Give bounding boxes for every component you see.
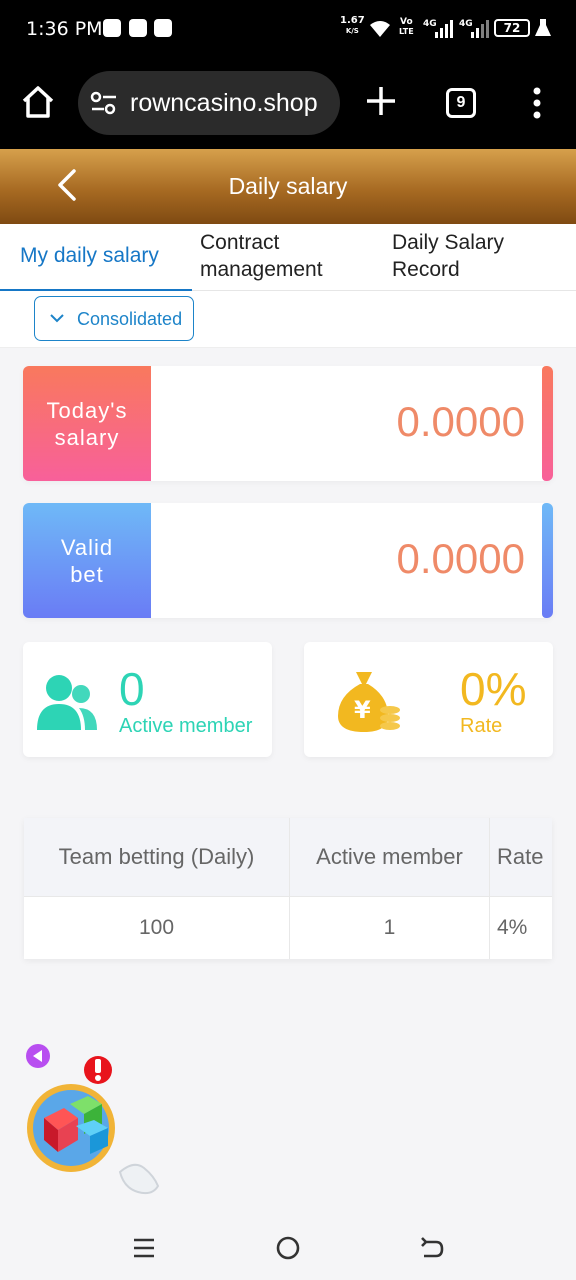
flask-icon [535, 19, 551, 36]
status-bar: 1:36 PM 1.67 K/S Vo LTE 4G 4G 72 [0, 0, 576, 60]
active-member-value: 0 [119, 663, 145, 715]
network-speed-value: 1.67 [340, 15, 365, 26]
card-label-line: Today's [46, 397, 128, 423]
valid-bet-card: Valid bet 0.0000 [23, 503, 553, 618]
card-accent-edge [542, 366, 553, 481]
url-text[interactable]: rowncasino.shop [130, 89, 318, 118]
home-icon[interactable] [20, 84, 56, 120]
table-row: 100 1 4% [24, 896, 552, 959]
table-cell: 1 [290, 897, 490, 959]
network-speed: 1.67 K/S [340, 16, 365, 36]
today-salary-value: 0.0000 [396, 398, 525, 445]
browser-toolbar: rowncasino.shop 9 [0, 60, 576, 149]
recent-apps-icon[interactable] [130, 1234, 158, 1262]
tab-label-line: Record [392, 258, 460, 281]
app-header: Daily salary [0, 149, 576, 224]
card-accent-edge [542, 503, 553, 618]
valid-bet-value: 0.0000 [396, 535, 525, 582]
today-salary-card: Today's salary 0.0000 [23, 366, 553, 481]
back-nav-icon[interactable] [418, 1234, 446, 1262]
active-member-card: 0 Active member [23, 642, 272, 757]
card-label-line: bet [70, 561, 104, 587]
tab-label-line: Contract [200, 231, 280, 254]
floating-promo-widget[interactable] [24, 1042, 164, 1202]
table-cell: 4% [497, 916, 528, 939]
tab-daily-salary-record[interactable]: Daily Salary Record [392, 229, 504, 283]
page-title: Daily salary [228, 173, 348, 199]
tab-bar: My daily salary Contract management Dail… [0, 224, 576, 292]
table-header-row: Team betting (Daily) Active member Rate [24, 818, 552, 896]
home-nav-icon[interactable] [274, 1234, 302, 1262]
new-tab-icon[interactable] [364, 84, 398, 118]
table-header-cell: Team betting (Daily) [24, 818, 290, 896]
card-label-line: salary [54, 424, 120, 450]
volte-top: Vo [400, 17, 413, 27]
salary-rules-table: Team betting (Daily) Active member Rate … [24, 818, 552, 959]
address-bar[interactable]: rowncasino.shop [78, 71, 340, 135]
tab-count: 9 [456, 94, 466, 111]
more-menu-icon[interactable] [530, 86, 544, 120]
valid-bet-label: Valid bet [23, 503, 151, 618]
notification-icon [154, 19, 172, 37]
signal-icon: 4G [423, 19, 453, 38]
table-header-cell: Rate [497, 844, 544, 869]
rate-value: 0% [460, 663, 527, 715]
today-salary-label: Today's salary [23, 366, 151, 481]
signal-label: 4G [423, 19, 437, 29]
volte-bottom: LTE [399, 27, 414, 36]
battery-level: 72 [503, 21, 521, 35]
wifi-icon [370, 21, 390, 37]
notification-icon [129, 19, 147, 37]
battery-icon: 72 [494, 19, 530, 37]
table-cell: 100 [24, 897, 290, 959]
rate-card: ¥ 0% Rate [304, 642, 553, 757]
rate-caption: Rate [460, 715, 503, 737]
gift-cubes-icon[interactable] [24, 1042, 164, 1202]
notification-icon [103, 19, 121, 37]
tab-contract-management[interactable]: Contract management [200, 229, 323, 283]
money-bag-icon: ¥ [338, 672, 400, 732]
tab-my-daily-salary[interactable]: My daily salary [20, 242, 159, 269]
filter-bar: Consolidated [0, 291, 576, 348]
table-header-cell: Active member [290, 818, 490, 896]
card-label-line: Valid [60, 534, 114, 560]
network-speed-unit: K/S [345, 27, 359, 35]
chevron-down-icon [50, 314, 64, 323]
volte-indicator: Vo LTE [399, 17, 414, 37]
status-time: 1:36 PM [26, 18, 103, 40]
tab-label-line: Daily Salary [392, 231, 505, 254]
active-member-caption: Active member [119, 715, 253, 737]
tab-switcher-button[interactable]: 9 [446, 88, 476, 118]
signal-label: 4G [459, 19, 473, 29]
users-icon [37, 675, 97, 730]
dropdown-label: Consolidated [77, 309, 183, 329]
consolidated-dropdown[interactable]: Consolidated [34, 296, 194, 341]
signal-icon: 4G [459, 19, 489, 38]
tab-label-line: management [200, 258, 323, 281]
system-nav-bar [0, 1210, 576, 1280]
svg-text:¥: ¥ [354, 696, 371, 724]
site-settings-icon[interactable] [90, 91, 118, 115]
